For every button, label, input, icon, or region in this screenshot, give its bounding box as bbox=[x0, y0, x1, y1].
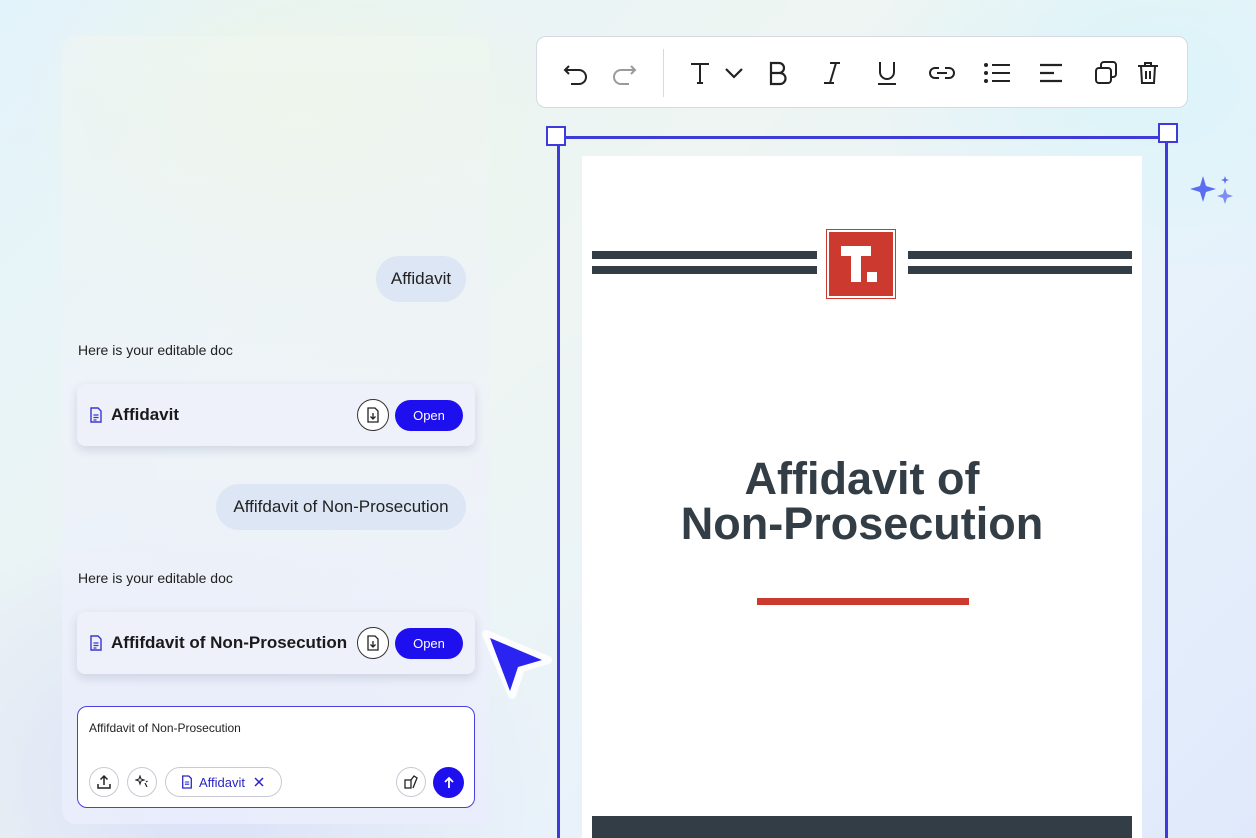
document-card[interactable]: Affidavit Open bbox=[77, 384, 475, 446]
user-message-text: Affifdavit of Non-Prosecution bbox=[233, 497, 449, 516]
italic-icon bbox=[824, 62, 840, 84]
style-button[interactable] bbox=[396, 767, 426, 797]
upload-button[interactable] bbox=[89, 767, 119, 797]
header-rule bbox=[592, 251, 817, 259]
undo-button[interactable] bbox=[560, 57, 592, 89]
document-card-title: Affidavit bbox=[111, 405, 179, 424]
logo-mark bbox=[841, 246, 877, 282]
align-left-icon bbox=[1040, 63, 1062, 83]
header-rule bbox=[908, 251, 1132, 259]
align-left-button[interactable] bbox=[1035, 57, 1067, 89]
resize-handle-top-right[interactable] bbox=[1158, 123, 1178, 143]
title-underline bbox=[757, 598, 969, 605]
palette-icon bbox=[404, 775, 418, 789]
bulleted-list-icon bbox=[984, 63, 1010, 83]
undo-icon bbox=[563, 65, 587, 85]
close-icon[interactable] bbox=[254, 777, 264, 787]
user-message-text: Affidavit bbox=[390, 269, 452, 288]
editor-toolbar bbox=[536, 36, 1188, 108]
footer-band bbox=[592, 816, 1132, 838]
toolbar-divider bbox=[663, 49, 664, 97]
redo-icon bbox=[613, 65, 637, 85]
underline-button[interactable] bbox=[871, 57, 903, 89]
chat-input-box[interactable]: Affifdavit of Non-Prosecution Affidavit bbox=[77, 706, 475, 808]
document-icon bbox=[182, 775, 192, 789]
user-message-bubble: Affifdavit of Non-Prosecution bbox=[216, 484, 466, 530]
sparkle-icon bbox=[1190, 176, 1233, 204]
document-icon bbox=[90, 407, 102, 423]
sparkle-icon bbox=[135, 775, 148, 788]
duplicate-icon bbox=[1095, 61, 1117, 84]
download-button[interactable] bbox=[357, 627, 389, 659]
assistant-message-text: Here is your editable doc bbox=[78, 570, 233, 586]
arrow-up-icon bbox=[443, 776, 454, 788]
delete-icon bbox=[1138, 62, 1158, 84]
attachment-chip[interactable]: Affidavit bbox=[165, 767, 282, 797]
upload-icon bbox=[97, 774, 111, 789]
italic-button[interactable] bbox=[816, 57, 848, 89]
document-card[interactable]: Affifdavit of Non-Prosecution Open bbox=[77, 612, 475, 674]
text-style-button[interactable] bbox=[684, 57, 716, 89]
header-rule bbox=[908, 266, 1132, 274]
chat-input-value[interactable]: Affifdavit of Non-Prosecution bbox=[89, 721, 241, 735]
bulleted-list-button[interactable] bbox=[981, 57, 1013, 89]
assistant-message-text: Here is your editable doc bbox=[78, 342, 233, 358]
text-style-icon bbox=[691, 63, 709, 84]
bold-icon bbox=[769, 61, 787, 86]
download-button[interactable] bbox=[357, 399, 389, 431]
document-title[interactable]: Affidavit of Non-Prosecution bbox=[582, 456, 1142, 546]
header-rule bbox=[592, 266, 817, 274]
text-style-dropdown[interactable] bbox=[718, 57, 750, 89]
bold-button[interactable] bbox=[762, 57, 794, 89]
document-title-line1: Affidavit of bbox=[744, 453, 980, 504]
document-card-title: Affifdavit of Non-Prosecution bbox=[111, 633, 348, 652]
document-icon bbox=[90, 635, 102, 651]
delete-button[interactable] bbox=[1132, 57, 1164, 89]
user-message-bubble: Affidavit bbox=[376, 256, 466, 302]
logo bbox=[826, 229, 896, 299]
resize-handle-top-left[interactable] bbox=[546, 126, 566, 146]
open-button[interactable]: Open bbox=[395, 627, 463, 659]
magic-wand-button[interactable] bbox=[127, 767, 157, 797]
underline-icon bbox=[878, 62, 896, 85]
download-icon bbox=[367, 407, 379, 423]
redo-button[interactable] bbox=[608, 57, 640, 89]
attachment-chip-label: Affidavit bbox=[199, 774, 246, 790]
link-button[interactable] bbox=[926, 57, 958, 89]
link-icon bbox=[929, 67, 955, 79]
open-button[interactable]: Open bbox=[395, 399, 463, 431]
duplicate-button[interactable] bbox=[1090, 57, 1122, 89]
document-title-line2: Non-Prosecution bbox=[680, 498, 1044, 549]
chevron-down-icon bbox=[725, 68, 743, 79]
send-button[interactable] bbox=[433, 767, 464, 798]
pointer-cursor-icon bbox=[482, 630, 552, 699]
download-icon bbox=[367, 635, 379, 651]
